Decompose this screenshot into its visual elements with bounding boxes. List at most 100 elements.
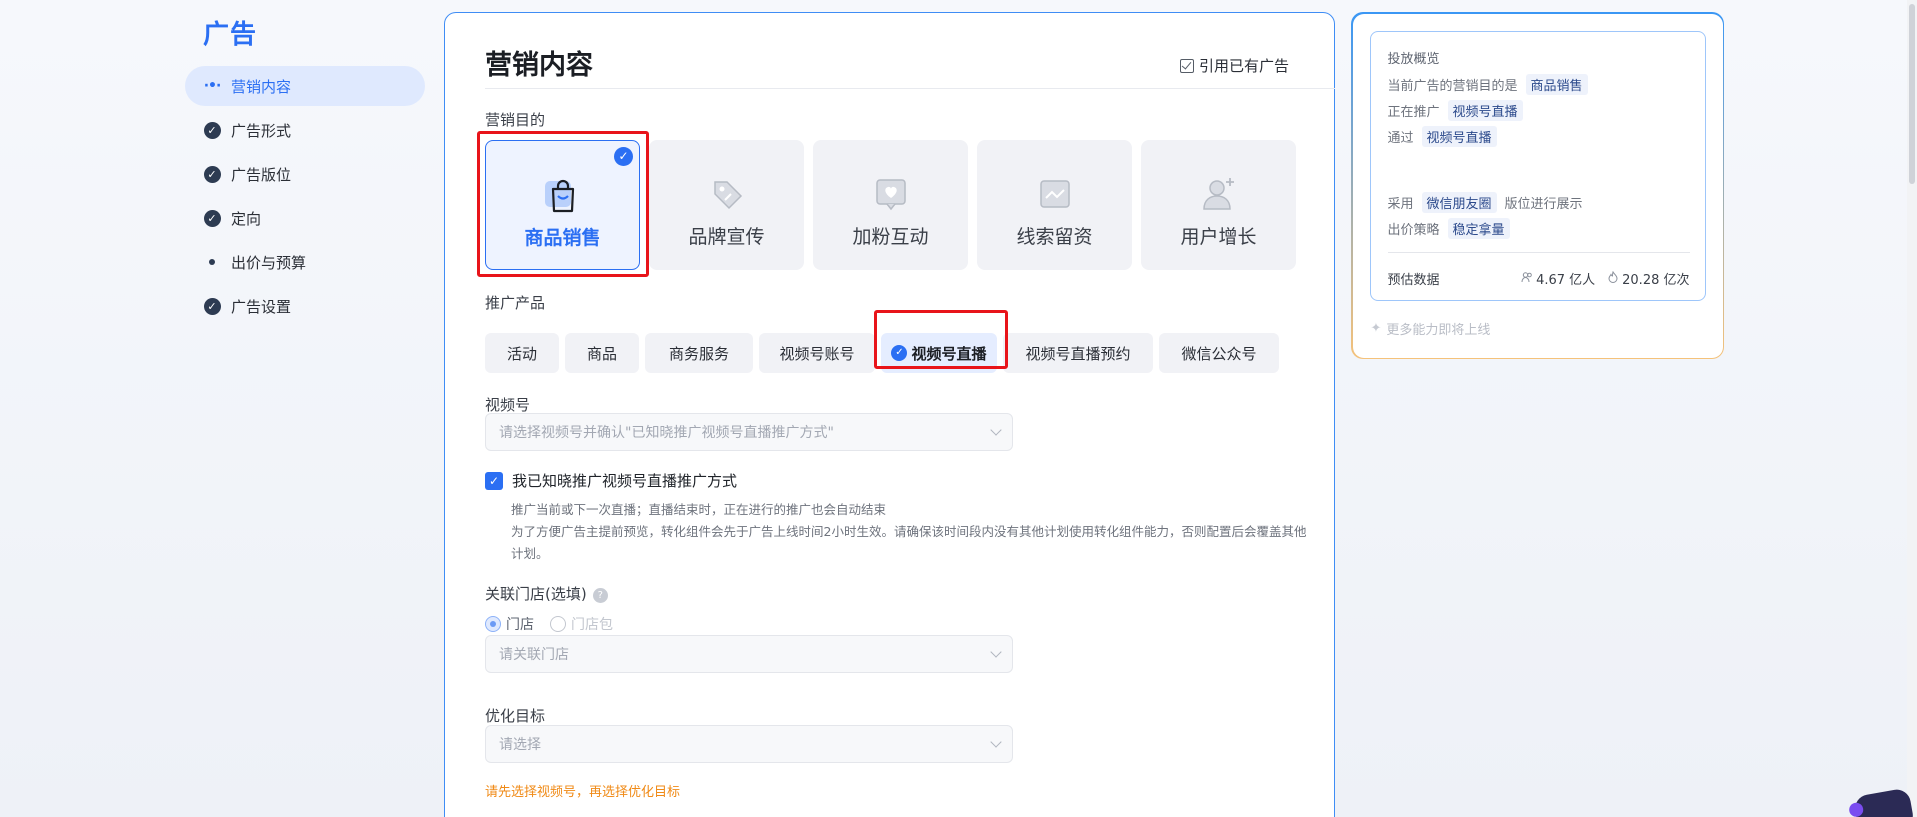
purpose-option-label: 线索留资 xyxy=(1016,226,1093,248)
radio-store-package[interactable] xyxy=(550,616,566,632)
people-icon xyxy=(1521,271,1533,286)
overview-line-text: 采用 xyxy=(1387,196,1414,212)
check-circle-icon: ✓ xyxy=(203,209,221,227)
purpose-option-growth[interactable]: 用户增长 xyxy=(1141,140,1296,270)
tag-icon xyxy=(705,172,749,216)
store-select-placeholder: 请关联门店 xyxy=(499,647,569,663)
chevron-down-icon xyxy=(990,646,1002,658)
radio-store[interactable] xyxy=(485,616,501,632)
overview-line-bid: 出价策略 稳定拿量 xyxy=(1387,217,1518,239)
overview-line-text: 出价策略 xyxy=(1387,222,1440,238)
overview-line-placement: 采用 微信朋友圈 版位进行展示 xyxy=(1387,191,1583,213)
radio-store-label: 门店 xyxy=(506,617,534,633)
confirm-note-1: 推广当前或下一次直播；直播结束时，正在进行的推广也会自动结束 xyxy=(511,502,887,517)
optimize-warning: 请先选择视频号，再选择优化目标 xyxy=(485,785,681,800)
overview-line-text: 通过 xyxy=(1387,130,1414,146)
purpose-option-engagement[interactable]: 加粉互动 xyxy=(813,140,968,270)
store-label: 关联门店(选填) xyxy=(485,585,587,603)
nav-list: ·•· 营销内容 ✓ 广告形式 ✓ 广告版位 ✓ 定向 出价与预算 ✓ 广告设置 xyxy=(185,66,425,330)
overview-tag: 视频号直播 xyxy=(1447,99,1523,121)
overview-panel-inner: 投放概览 当前广告的营销目的是 商品销售 正在推广 视频号直播 通过 视频号直播… xyxy=(1352,13,1723,358)
optimize-select-placeholder: 请选择 xyxy=(499,737,541,753)
radio-store-package-label: 门店包 xyxy=(571,617,613,633)
overview-line-via: 通过 视频号直播 xyxy=(1387,125,1505,147)
heart-chat-icon xyxy=(869,172,913,216)
confirm-notes: 推广当前或下一次直播；直播结束时，正在进行的推广也会自动结束 为了方便广告主提前… xyxy=(511,499,1311,565)
highlight-box-purpose xyxy=(477,131,649,277)
sparkle-icon: ✦ xyxy=(1370,320,1382,336)
purpose-option-brand[interactable]: 品牌宣传 xyxy=(649,140,804,270)
purpose-option-leads[interactable]: 线索留资 xyxy=(977,140,1132,270)
highlight-box-product xyxy=(874,310,1008,369)
check-circle-icon: ✓ xyxy=(203,121,221,139)
product-option-activity[interactable]: 活动 xyxy=(485,333,559,373)
help-question-icon[interactable]: ? xyxy=(592,588,608,603)
nav-item-ad-format[interactable]: ✓ 广告形式 xyxy=(185,110,425,150)
flame-icon xyxy=(1607,270,1619,286)
overview-line-promoting: 正在推广 视频号直播 xyxy=(1387,99,1531,121)
overview-card: 投放概览 当前广告的营销目的是 商品销售 正在推广 视频号直播 通过 视频号直播… xyxy=(1369,30,1706,301)
nav-item-label: 广告设置 xyxy=(231,297,292,316)
reference-link-label: 引用已有广告 xyxy=(1198,57,1289,75)
page-title: 营销内容 xyxy=(485,50,593,81)
overview-tag: 商品销售 xyxy=(1525,73,1588,95)
purpose-option-label: 品牌宣传 xyxy=(688,226,765,248)
product-option-channel-account[interactable]: 视频号账号 xyxy=(759,333,875,373)
channel-select[interactable]: 请选择视频号并确认"已知晓推广视频号直播推广方式" xyxy=(485,413,1013,451)
nav-title: 广告 xyxy=(203,20,258,50)
nav-item-targeting[interactable]: ✓ 定向 xyxy=(185,198,425,238)
overview-panel: 投放概览 当前广告的营销目的是 商品销售 正在推广 视频号直播 通过 视频号直播… xyxy=(1351,12,1724,359)
estimate-times: 20.28 亿次 xyxy=(1622,272,1690,288)
purpose-label: 营销目的 xyxy=(485,111,546,129)
overview-line-text: 当前广告的营销目的是 xyxy=(1387,78,1518,94)
divider xyxy=(485,88,1335,89)
overview-line-text: 正在推广 xyxy=(1387,104,1440,120)
overview-line-text: 版位进行展示 xyxy=(1504,196,1583,212)
purpose-option-label: 用户增长 xyxy=(1180,226,1257,248)
estimate-label: 预估数据 xyxy=(1387,272,1440,288)
in-progress-dots-icon: ·•· xyxy=(203,78,222,94)
more-label: 更多能力即将上线 xyxy=(1386,322,1491,338)
nav-item-label: 出价与预算 xyxy=(231,253,307,272)
user-add-icon xyxy=(1197,172,1241,216)
overview-title: 投放概览 xyxy=(1387,51,1440,67)
product-option-live-reservation[interactable]: 视频号直播预约 xyxy=(1003,333,1153,373)
store-select[interactable]: 请关联门店 xyxy=(485,635,1013,673)
product-label: 推广产品 xyxy=(485,294,546,312)
chevron-down-icon xyxy=(990,424,1002,436)
divider xyxy=(1387,251,1690,253)
nav-item-label: 定向 xyxy=(231,209,262,228)
confirm-label: 我已知晓推广视频号直播推广方式 xyxy=(512,472,738,490)
confirm-row: ✓ 我已知晓推广视频号直播推广方式 xyxy=(485,470,737,491)
nav-item-label: 广告版位 xyxy=(231,165,292,184)
chart-lead-icon xyxy=(1033,172,1077,216)
nav-item-bid-budget[interactable]: 出价与预算 xyxy=(185,242,425,282)
nav-item-ad-placement[interactable]: ✓ 广告版位 xyxy=(185,154,425,194)
checkbox-edit-icon xyxy=(1179,58,1194,73)
nav-item-marketing-content[interactable]: ·•· 营销内容 xyxy=(185,66,425,106)
optimize-label: 优化目标 xyxy=(485,707,546,725)
chevron-down-icon xyxy=(990,736,1002,748)
estimate-values: 4.67 亿人 20.28 亿次 xyxy=(1521,269,1690,288)
overview-tag: 视频号直播 xyxy=(1421,125,1497,147)
estimate-people: 4.67 亿人 xyxy=(1536,272,1596,288)
confirm-checkbox[interactable]: ✓ xyxy=(485,471,503,490)
product-option-goods[interactable]: 商品 xyxy=(565,333,639,373)
more-coming-soon: ✦ 更多能力即将上线 xyxy=(1371,319,1491,338)
check-circle-icon: ✓ xyxy=(203,297,221,315)
product-option-business[interactable]: 商务服务 xyxy=(645,333,753,373)
optimize-select[interactable]: 请选择 xyxy=(485,725,1013,763)
channel-label: 视频号 xyxy=(485,396,531,414)
reference-existing-ad-link[interactable]: 引用已有广告 xyxy=(1179,55,1289,76)
channel-select-placeholder: 请选择视频号并确认"已知晓推广视频号直播推广方式" xyxy=(499,425,834,441)
product-option-official-account[interactable]: 微信公众号 xyxy=(1159,333,1279,373)
page-scrollbar[interactable] xyxy=(1907,0,1917,817)
pending-dot-icon xyxy=(203,253,221,271)
overview-tag: 稳定拿量 xyxy=(1447,217,1510,239)
scrollbar-thumb[interactable] xyxy=(1909,4,1915,184)
nav-item-ad-settings[interactable]: ✓ 广告设置 xyxy=(185,286,425,326)
overview-line-purpose: 当前广告的营销目的是 商品销售 xyxy=(1387,73,1596,95)
purpose-option-label: 加粉互动 xyxy=(852,226,929,248)
check-circle-icon: ✓ xyxy=(203,165,221,183)
store-radio-group: 门店 门店包 xyxy=(485,614,613,634)
